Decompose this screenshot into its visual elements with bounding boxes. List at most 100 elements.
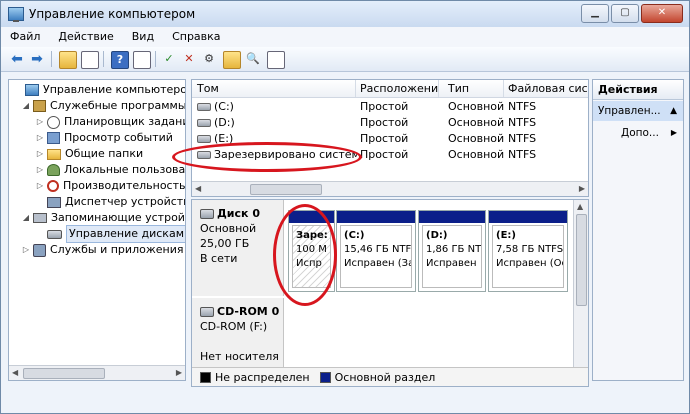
table-row[interactable]: Зарезервировано системой Простой Основно… — [192, 147, 588, 163]
column-header-volume[interactable]: Том — [192, 80, 356, 97]
volume-list: Том Расположение Тип Файловая систе (C:)… — [191, 79, 589, 197]
close-button[interactable]: ✕ — [641, 4, 683, 23]
volume-list-horizontal-scrollbar[interactable]: ◀ ▶ — [192, 181, 588, 196]
collapse-icon[interactable]: ◢ — [21, 98, 31, 114]
scroll-thumb[interactable] — [576, 214, 587, 306]
table-row[interactable]: (D:) Простой Основной NTFS — [192, 115, 588, 131]
cdrom0-label[interactable]: CD-ROM 0 CD-ROM (F:) Нет носителя — [192, 298, 284, 368]
scroll-right-icon[interactable]: ▶ — [579, 184, 585, 193]
tree-item-disk-management[interactable]: Управление дисками — [35, 225, 185, 243]
expand-icon[interactable]: ▷ — [35, 162, 45, 178]
search-icon[interactable]: 🔍 — [245, 51, 261, 67]
maximize-button[interactable]: ▢ — [611, 4, 639, 23]
expand-icon[interactable]: ▷ — [35, 130, 45, 146]
clock-icon — [47, 115, 60, 129]
device-manager-icon — [47, 196, 61, 208]
tree-item-system-tools[interactable]: ◢ Служебные программы — [21, 98, 185, 114]
actions-disk-management[interactable]: Управлен... ▲ — [593, 101, 683, 121]
actions-header: Действия — [593, 80, 683, 100]
show-hide-tree-icon[interactable] — [81, 51, 99, 69]
status-bar — [1, 387, 689, 413]
column-header-layout[interactable]: Расположение — [355, 80, 439, 97]
folder-open-icon[interactable] — [223, 51, 241, 69]
actions-more[interactable]: Допо... ▶ — [593, 124, 683, 142]
window-controls: ▁ ▢ ✕ — [579, 4, 683, 23]
scroll-up-icon[interactable]: ▲ — [577, 202, 583, 211]
scroll-left-icon[interactable]: ◀ — [195, 184, 201, 193]
partition-d[interactable]: (D:) 1,86 ГБ NTFS Исправен — [418, 210, 486, 292]
help-icon[interactable]: ? — [111, 51, 129, 69]
tree-item-shared-folders[interactable]: ▷ Общие папки — [35, 146, 143, 162]
tools-icon — [33, 100, 46, 112]
event-viewer-icon — [47, 132, 60, 144]
navigation-tree: Управление компьютером (л ◢ Служебные пр… — [8, 79, 186, 381]
menu-action[interactable]: Действие — [49, 27, 122, 47]
tree-horizontal-scrollbar[interactable]: ◀ ▶ — [9, 365, 185, 380]
computer-icon — [25, 84, 39, 96]
table-row[interactable]: (E:) Простой Основной NTFS — [192, 131, 588, 147]
tree-item-task-scheduler[interactable]: ▷ Планировщик заданий — [35, 114, 185, 130]
legend-swatch-unallocated — [200, 371, 211, 383]
tree-item-device-manager[interactable]: Диспетчер устройств — [35, 194, 185, 210]
expand-icon[interactable]: ▷ — [35, 114, 45, 130]
cd-drive-icon — [200, 307, 214, 317]
volume-list-header: Том Расположение Тип Файловая систе — [192, 80, 588, 98]
disk-icon — [200, 209, 214, 219]
table-row[interactable]: (C:) Простой Основной NTFS — [192, 99, 588, 115]
back-arrow-icon[interactable]: ⬅ — [9, 51, 25, 67]
actions-pane: Действия Управлен... ▲ Допо... ▶ — [592, 79, 684, 381]
properties-icon[interactable]: ⚙ — [201, 51, 217, 67]
volume-icon — [197, 119, 211, 127]
collapse-icon[interactable]: ◢ — [21, 210, 31, 226]
column-header-type[interactable]: Тип — [443, 80, 504, 97]
scroll-thumb[interactable] — [23, 368, 105, 379]
volume-icon — [197, 103, 211, 111]
menu-help[interactable]: Справка — [163, 27, 229, 47]
services-icon — [33, 243, 46, 257]
up-folder-icon[interactable] — [59, 51, 77, 69]
grid-icon[interactable] — [267, 51, 285, 69]
menu-file[interactable]: Файл — [1, 27, 49, 47]
tree-item-computer-management[interactable]: Управление компьютером (л — [13, 82, 185, 98]
expand-icon[interactable]: ▷ — [35, 178, 45, 194]
performance-icon — [47, 180, 59, 192]
tree-item-performance[interactable]: ▷ Производительность — [35, 178, 185, 194]
view-icon[interactable] — [133, 51, 151, 69]
scroll-left-icon[interactable]: ◀ — [12, 368, 18, 377]
scroll-thumb[interactable] — [250, 184, 322, 195]
minimize-button[interactable]: ▁ — [581, 4, 609, 23]
volume-icon — [197, 135, 211, 143]
column-header-filesystem[interactable]: Файловая систе — [503, 80, 588, 97]
forward-arrow-icon[interactable]: ➡ — [29, 51, 45, 67]
title-bar[interactable]: Управление компьютером ▁ ▢ ✕ — [1, 1, 689, 27]
refresh-icon[interactable]: ✓ — [161, 51, 177, 67]
disk-map: Диск 0 Основной 25,00 ГБ В сети Заре: 10… — [191, 199, 589, 387]
partition-e[interactable]: (E:) 7,58 ГБ NTFS Исправен (Ос — [488, 210, 568, 292]
tree-item-services-applications[interactable]: ▷ Службы и приложения — [21, 242, 183, 258]
chevron-right-icon: ▶ — [670, 128, 677, 137]
partition-c[interactable]: (C:) 15,46 ГБ NTFS Исправен (Заг — [336, 210, 416, 292]
toolbar: ⬅ ➡ ? ✓ ✕ ⚙ 🔍 — [1, 47, 689, 72]
legend-swatch-primary — [319, 371, 331, 383]
tree-item-local-users[interactable]: ▷ Локальные пользовате — [35, 162, 185, 178]
partition-reserved[interactable]: Заре: 100 М Испр — [288, 210, 335, 292]
computer-management-icon — [8, 7, 24, 22]
window-title: Управление компьютером — [29, 7, 196, 21]
expand-icon[interactable]: ▷ — [21, 242, 31, 258]
menu-view[interactable]: Вид — [123, 27, 163, 47]
disk-icon — [47, 229, 62, 239]
shared-folder-icon — [47, 148, 61, 160]
storage-icon — [33, 213, 47, 223]
delete-icon[interactable]: ✕ — [181, 51, 197, 67]
disk-map-vertical-scrollbar[interactable]: ▲ — [573, 200, 588, 372]
tree-item-storage[interactable]: ◢ Запоминающие устройст — [21, 210, 185, 226]
disk0-label[interactable]: Диск 0 Основной 25,00 ГБ В сети — [192, 200, 284, 296]
scroll-right-icon[interactable]: ▶ — [176, 368, 182, 377]
users-icon — [47, 164, 60, 176]
expand-icon[interactable]: ▷ — [35, 146, 45, 162]
legend: Не распределен Основной раздел — [192, 367, 588, 386]
tree-item-event-viewer[interactable]: ▷ Просмотр событий — [35, 130, 173, 146]
computer-management-window: Управление компьютером ▁ ▢ ✕ Файл Действ… — [0, 0, 690, 414]
menu-bar: Файл Действие Вид Справка — [1, 27, 689, 47]
collapse-icon[interactable]: ▲ — [670, 101, 677, 121]
